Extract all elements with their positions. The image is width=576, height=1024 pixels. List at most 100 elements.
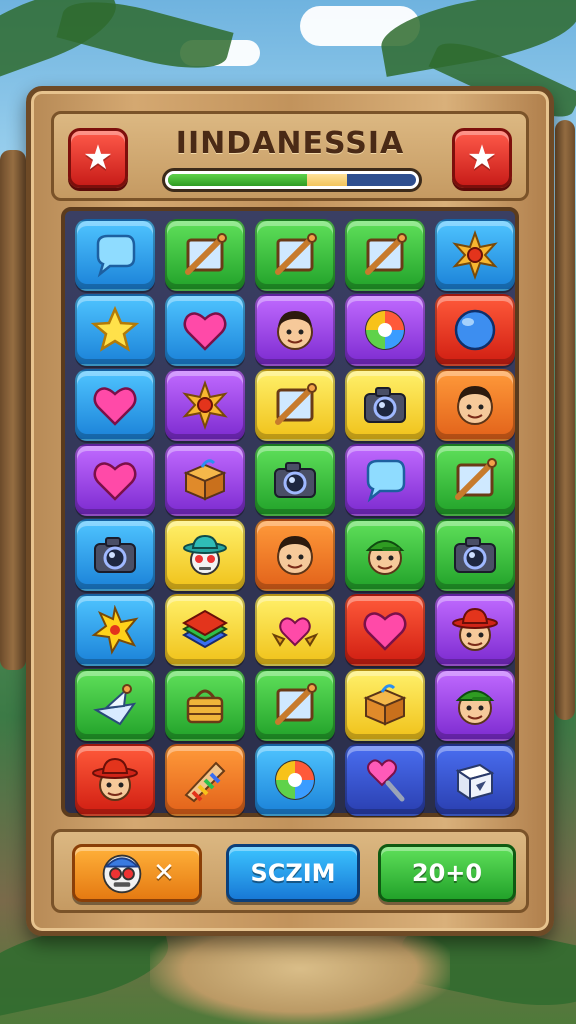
tile[interactable] [75,219,155,291]
xylophone-icon [184,761,226,803]
tile[interactable] [165,444,245,516]
tile[interactable] [75,519,155,591]
tile[interactable] [345,294,425,366]
ruler-frame-icon [275,383,317,425]
palm-trunk [555,120,575,720]
sun-gem-icon [452,230,498,280]
face-hat-icon [92,757,138,801]
tile-grid [75,219,515,816]
tile[interactable] [435,519,515,591]
heart-icon [183,312,227,351]
tile[interactable] [345,219,425,291]
tile[interactable] [165,594,245,666]
tile[interactable] [75,594,155,666]
box-icon [183,459,227,501]
ruler-frame-icon [275,683,317,725]
star-icon: ★ [466,138,498,178]
face-cap-icon [365,540,405,575]
tile[interactable] [345,594,425,666]
tile[interactable] [255,519,335,591]
cube-icon [455,763,495,801]
tile[interactable] [75,669,155,741]
palm-trunk [0,150,26,670]
game-board-frame: ★ IINDANESSIA ★ ✕ SCZIM 20+0 [26,86,554,936]
sun-gem-icon [182,380,228,430]
layers-icon [181,609,229,649]
box-icon [363,684,407,726]
camera-icon [274,462,316,498]
tile[interactable] [75,369,155,441]
paper-boat-icon [93,684,137,726]
tile[interactable] [345,369,425,441]
camera-icon [94,537,136,573]
tile[interactable] [165,744,245,816]
face-icon [277,536,313,575]
progress-fill-yellow [306,174,347,186]
tile-grid-frame [61,207,519,817]
star-right-button[interactable]: ★ [452,128,512,188]
robot-hat-icon [183,534,227,575]
basket-icon [186,689,224,724]
tile[interactable] [435,369,515,441]
swirl-orb-icon [275,760,315,800]
tile[interactable] [75,444,155,516]
chat-bubble-icon [96,234,136,278]
score-button[interactable]: 20+0 [378,844,516,902]
level-title: IINDANESSIA [175,126,405,161]
tile[interactable] [435,594,515,666]
tile[interactable] [345,444,425,516]
ruler-frame-icon [455,458,497,500]
powerup-button[interactable]: ✕ [72,844,202,902]
star-icon: ★ [82,138,114,178]
tile[interactable] [345,669,425,741]
tile[interactable] [255,294,335,366]
tile[interactable] [165,369,245,441]
tile[interactable] [255,219,335,291]
tile[interactable] [75,744,155,816]
tile[interactable] [75,294,155,366]
tile[interactable] [435,219,515,291]
progress-fill-green [168,174,307,186]
tile[interactable] [345,744,425,816]
star-icon [90,305,140,352]
face-icon [277,311,313,350]
camera-icon [454,537,496,573]
camera-icon [364,387,406,423]
ruler-frame-icon [185,233,227,275]
heart-wand-icon [367,759,405,802]
tile[interactable] [255,744,335,816]
face-hat-icon [452,607,498,651]
tile[interactable] [345,519,425,591]
tile[interactable] [165,294,245,366]
chat-bubble-icon [366,459,406,503]
heart-icon [93,387,137,426]
star-burst-icon [91,605,139,655]
face-cap-icon [455,690,495,725]
tile[interactable] [165,519,245,591]
tile[interactable] [435,294,515,366]
tile[interactable] [435,744,515,816]
scan-button[interactable]: SCZIM [226,844,360,902]
tile[interactable] [255,669,335,741]
star-left-button[interactable]: ★ [68,128,128,188]
ruler-frame-icon [365,233,407,275]
tile[interactable] [435,669,515,741]
heart-icon [93,462,137,501]
ruler-frame-icon [275,233,317,275]
tile[interactable] [255,444,335,516]
orb-icon [454,309,496,351]
face-icon [457,386,493,425]
heart-icon [363,612,407,651]
palm-leaf [56,0,234,82]
robot-face-icon [102,854,142,894]
tile[interactable] [165,219,245,291]
tile[interactable] [165,669,245,741]
tile[interactable] [255,369,335,441]
close-icon: ✕ [153,858,175,888]
tile[interactable] [255,594,335,666]
swirl-orb-icon [365,310,405,350]
tile[interactable] [435,444,515,516]
heart-wing-icon [271,617,319,647]
header-panel: ★ IINDANESSIA ★ [51,111,529,201]
level-progress-bar [162,168,422,192]
